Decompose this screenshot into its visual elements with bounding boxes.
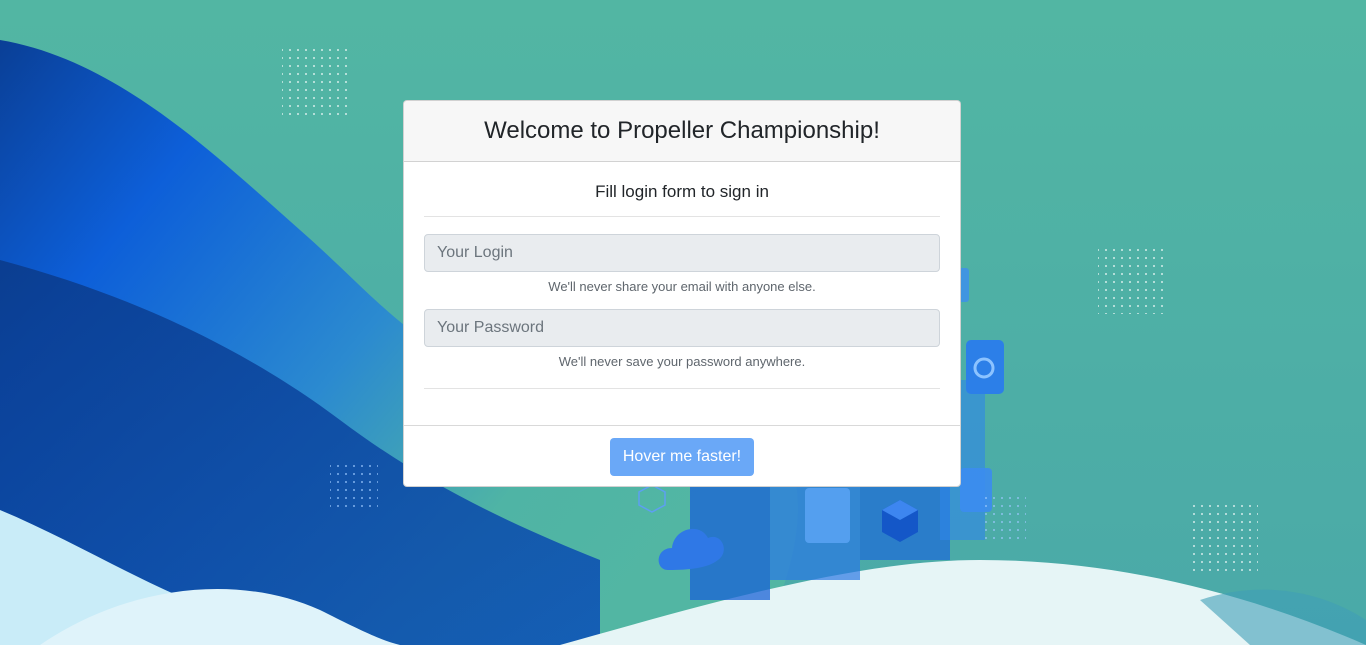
page-title: Welcome to Propeller Championship! [484, 117, 880, 144]
login-card: Welcome to Propeller Championship! Fill … [403, 100, 961, 487]
password-input[interactable] [424, 309, 940, 347]
login-input[interactable] [424, 234, 940, 272]
form-divider [424, 388, 940, 389]
dot-grid-icon [1190, 505, 1258, 575]
card-header: Welcome to Propeller Championship! [404, 101, 960, 162]
dot-grid-icon [1098, 244, 1168, 314]
card-footer: Hover me faster! [404, 425, 960, 486]
login-field-group: We'll never share your email with anyone… [424, 234, 940, 295]
password-help-text: We'll never save your password anywhere. [558, 354, 806, 369]
login-form: Fill login form to sign in We'll never s… [404, 162, 960, 425]
password-field-group: We'll never save your password anywhere. [424, 309, 940, 370]
submit-button[interactable]: Hover me faster! [609, 438, 755, 476]
form-subtitle: Fill login form to sign in [424, 162, 940, 217]
dot-grid-icon [330, 462, 378, 508]
login-help-text: We'll never share your email with anyone… [548, 279, 816, 294]
dot-grid-icon [980, 497, 1026, 543]
dot-grid-icon [282, 48, 350, 118]
